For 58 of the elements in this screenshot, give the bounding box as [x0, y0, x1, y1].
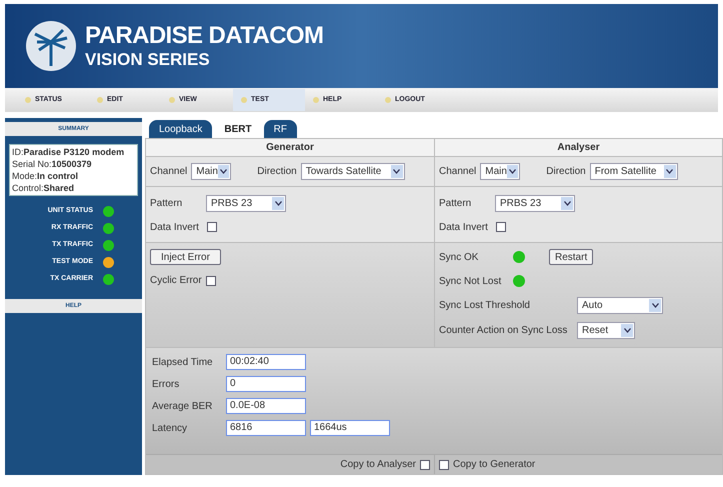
dropdown[interactable]: PRBS 23 — [206, 194, 286, 212]
field-label: Sync Lost Threshold — [439, 299, 531, 313]
field-label: Data Invert — [439, 220, 488, 234]
field-label: Average BER — [152, 400, 214, 414]
dropdown[interactable]: Towards Satellite — [300, 163, 405, 180]
generator-heading: Generator — [146, 139, 435, 156]
checkbox[interactable] — [206, 276, 216, 286]
brand-subtitle: VISION SERIES — [85, 50, 211, 70]
caret-icon — [561, 196, 573, 210]
caret-icon — [390, 165, 403, 178]
checkbox[interactable] — [496, 222, 506, 232]
field-label: Channel — [150, 165, 188, 179]
field-label: Cyclic Error — [150, 274, 202, 288]
value-field: 6816 — [226, 420, 306, 436]
brand-title: PARADISE DATACOM — [85, 22, 324, 50]
inject-error-button[interactable]: Inject Error — [150, 249, 221, 265]
checkbox[interactable] — [206, 222, 217, 232]
dropdown[interactable]: Reset — [577, 322, 635, 339]
tab[interactable]: Loopback — [149, 120, 212, 138]
analyser-heading: Analyser — [435, 139, 722, 156]
field-label: Channel — [439, 165, 476, 179]
field-label: Direction — [257, 165, 297, 179]
dropdown[interactable]: Main — [480, 163, 520, 180]
field-label: Counter Action on Sync Loss — [439, 324, 568, 338]
value-field: 1664us — [310, 420, 390, 436]
field-label: Pattern — [439, 196, 472, 210]
info-line: Control:Shared — [12, 182, 76, 194]
caret-icon — [649, 299, 661, 312]
caret-icon — [664, 165, 676, 178]
checkbox[interactable] — [439, 460, 449, 470]
dropdown[interactable]: From Satellite — [590, 163, 678, 180]
info-line: ID:Paradise P3120 modem — [12, 146, 126, 158]
caret-icon — [218, 165, 230, 178]
field-label: Pattern — [150, 196, 184, 210]
info-line: Serial No:10500379 — [12, 158, 93, 170]
field-label: Direction — [546, 165, 586, 179]
field-label: Elapsed Time — [152, 356, 214, 370]
field-label: Errors — [152, 378, 180, 392]
caret-icon — [272, 196, 284, 210]
dropdown[interactable]: Main — [191, 163, 232, 180]
value-field: 0.0E-08 — [226, 398, 306, 414]
field-label: Copy to Analyser — [340, 458, 416, 472]
field-label: Data Invert — [150, 220, 199, 234]
restart-button[interactable]: Restart — [549, 249, 594, 265]
caret-icon — [506, 165, 518, 178]
tab[interactable]: RF — [264, 120, 297, 138]
field-label: Copy to Generator — [453, 458, 536, 472]
checkbox[interactable] — [420, 460, 430, 470]
field-label: Sync OK — [439, 250, 480, 264]
value-field: 0 — [226, 376, 306, 392]
dropdown[interactable]: Auto — [577, 297, 663, 314]
field-label: Sync Not Lost — [439, 274, 502, 288]
info-line: Mode:In control — [12, 170, 80, 182]
value-field: 00:02:40 — [226, 354, 306, 370]
field-label: Latency — [152, 422, 188, 436]
logo-icon — [25, 20, 77, 72]
caret-icon — [621, 324, 633, 337]
dropdown[interactable]: PRBS 23 — [495, 194, 575, 212]
